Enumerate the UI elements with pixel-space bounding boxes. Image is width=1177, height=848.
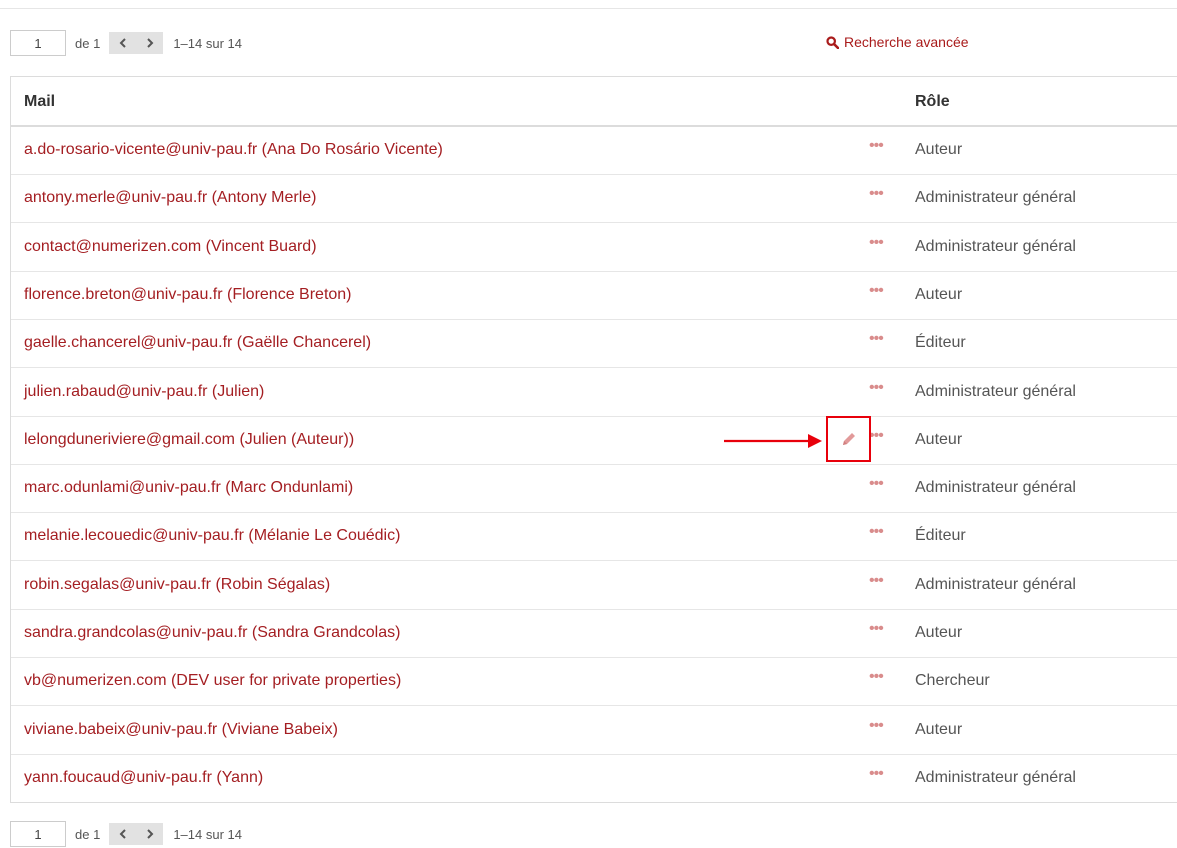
- user-mail-link[interactable]: vb@numerizen.com (DEV user for private p…: [24, 672, 401, 690]
- next-page-button[interactable]: [136, 823, 163, 845]
- more-actions-icon[interactable]: •••: [869, 234, 884, 252]
- page-number-input[interactable]: 1: [10, 821, 66, 847]
- table-row: melanie.lecouedic@univ-pau.fr (Mélanie L…: [11, 513, 1177, 562]
- user-role: Auteur: [915, 430, 963, 448]
- top-divider: [0, 8, 1177, 9]
- prev-page-button[interactable]: [109, 32, 136, 54]
- pencil-icon: [843, 433, 855, 445]
- more-actions-icon[interactable]: •••: [869, 427, 884, 445]
- user-mail-link[interactable]: gaelle.chancerel@univ-pau.fr (Gaëlle Cha…: [24, 334, 371, 352]
- chevron-left-icon: [119, 38, 126, 48]
- table-row: viviane.babeix@univ-pau.fr (Viviane Babe…: [11, 707, 1177, 755]
- annotation-arrow-icon: [724, 434, 822, 448]
- user-mail-link[interactable]: yann.foucaud@univ-pau.fr (Yann): [24, 769, 263, 787]
- edit-button[interactable]: [840, 430, 858, 453]
- user-role: Auteur: [915, 285, 963, 303]
- more-actions-icon[interactable]: •••: [869, 572, 884, 590]
- user-role: Éditeur: [915, 527, 966, 545]
- user-role: Auteur: [915, 720, 963, 738]
- table-row: robin.segalas@univ-pau.fr (Robin Ségalas…: [11, 562, 1177, 610]
- page-count-label: de 1: [75, 35, 101, 51]
- table-row: contact@numerizen.com (Vincent Buard) •••…: [11, 224, 1177, 272]
- user-mail-link[interactable]: robin.segalas@univ-pau.fr (Robin Ségalas…: [24, 576, 330, 594]
- user-role: Administrateur général: [915, 768, 1076, 786]
- result-range: 1–14 sur 14: [173, 826, 242, 842]
- table-row: antony.merle@univ-pau.fr (Antony Merle) •…: [11, 175, 1177, 224]
- table-row: florence.breton@univ-pau.fr (Florence Br…: [11, 272, 1177, 320]
- table-row: a.do-rosario-vicente@univ-pau.fr (Ana Do…: [11, 127, 1177, 175]
- user-mail-link[interactable]: julien.rabaud@univ-pau.fr (Julien): [24, 383, 264, 401]
- search-icon: [826, 35, 839, 49]
- user-role: Administrateur général: [915, 575, 1076, 593]
- user-mail-link[interactable]: melanie.lecouedic@univ-pau.fr (Mélanie L…: [24, 527, 400, 545]
- user-role: Auteur: [915, 141, 963, 158]
- more-actions-icon[interactable]: •••: [869, 379, 884, 397]
- user-role: Administrateur général: [915, 237, 1076, 255]
- more-actions-icon[interactable]: •••: [869, 475, 884, 493]
- user-role: Administrateur général: [915, 382, 1076, 400]
- user-mail-link[interactable]: sandra.grandcolas@univ-pau.fr (Sandra Gr…: [24, 624, 400, 642]
- user-mail-link[interactable]: antony.merle@univ-pau.fr (Antony Merle): [24, 189, 317, 207]
- more-actions-icon[interactable]: •••: [869, 620, 884, 638]
- table-header: Mail Rôle: [11, 77, 1177, 127]
- user-mail-link[interactable]: contact@numerizen.com (Vincent Buard): [24, 238, 317, 256]
- column-header-role[interactable]: Rôle: [915, 93, 950, 111]
- advanced-search-label: Recherche avancée: [844, 34, 969, 50]
- chevron-right-icon: [147, 38, 154, 48]
- more-actions-icon[interactable]: •••: [869, 717, 884, 735]
- page-number-input[interactable]: 1: [10, 30, 66, 56]
- user-mail-link[interactable]: florence.breton@univ-pau.fr (Florence Br…: [24, 286, 352, 304]
- user-role: Administrateur général: [915, 189, 1076, 207]
- annotation-highlight-box: [826, 416, 871, 462]
- more-actions-icon[interactable]: •••: [869, 765, 884, 783]
- user-role: Chercheur: [915, 672, 990, 690]
- chevron-left-icon: [119, 829, 126, 839]
- more-actions-icon[interactable]: •••: [869, 137, 884, 155]
- user-role: Éditeur: [915, 334, 966, 352]
- user-mail-link[interactable]: a.do-rosario-vicente@univ-pau.fr (Ana Do…: [24, 141, 443, 159]
- table-row: vb@numerizen.com (DEV user for private p…: [11, 658, 1177, 707]
- table-row: julien.rabaud@univ-pau.fr (Julien) ••• Adm…: [11, 369, 1177, 417]
- table-row: marc.odunlami@univ-pau.fr (Marc Ondunlam…: [11, 465, 1177, 514]
- pager-bottom: 1 de 1 1–14 sur 14: [10, 821, 242, 847]
- pager-nav: [109, 823, 164, 845]
- table-row: gaelle.chancerel@univ-pau.fr (Gaëlle Cha…: [11, 320, 1177, 369]
- user-role: Auteur: [915, 624, 963, 641]
- more-actions-icon[interactable]: •••: [869, 282, 884, 300]
- user-mail-link[interactable]: lelongduneriviere@gmail.com (Julien (Aut…: [24, 431, 354, 449]
- pager-top: 1 de 1 1–14 sur 14: [10, 30, 242, 56]
- more-actions-icon[interactable]: •••: [869, 330, 884, 348]
- result-range: 1–14 sur 14: [173, 35, 242, 51]
- more-actions-icon[interactable]: •••: [869, 523, 884, 541]
- table-row: lelongduneriviere@gmail.com (Julien (Aut…: [11, 417, 1177, 465]
- advanced-search-link[interactable]: Recherche avancée: [826, 34, 969, 50]
- user-mail-link[interactable]: viviane.babeix@univ-pau.fr (Viviane Babe…: [24, 721, 338, 739]
- users-table: Mail Rôle a.do-rosario-vicente@univ-pau.…: [10, 76, 1177, 803]
- more-actions-icon[interactable]: •••: [869, 185, 884, 203]
- user-mail-link[interactable]: marc.odunlami@univ-pau.fr (Marc Ondunlam…: [24, 479, 353, 497]
- more-actions-icon[interactable]: •••: [869, 668, 884, 686]
- next-page-button[interactable]: [136, 32, 163, 54]
- column-header-mail[interactable]: Mail: [24, 93, 55, 111]
- table-row: yann.foucaud@univ-pau.fr (Yann) ••• Admini…: [11, 755, 1177, 803]
- chevron-right-icon: [147, 829, 154, 839]
- prev-page-button[interactable]: [109, 823, 136, 845]
- pager-nav: [109, 32, 164, 54]
- table-row: sandra.grandcolas@univ-pau.fr (Sandra Gr…: [11, 610, 1177, 658]
- page-count-label: de 1: [75, 826, 101, 842]
- user-role: Administrateur général: [915, 479, 1076, 497]
